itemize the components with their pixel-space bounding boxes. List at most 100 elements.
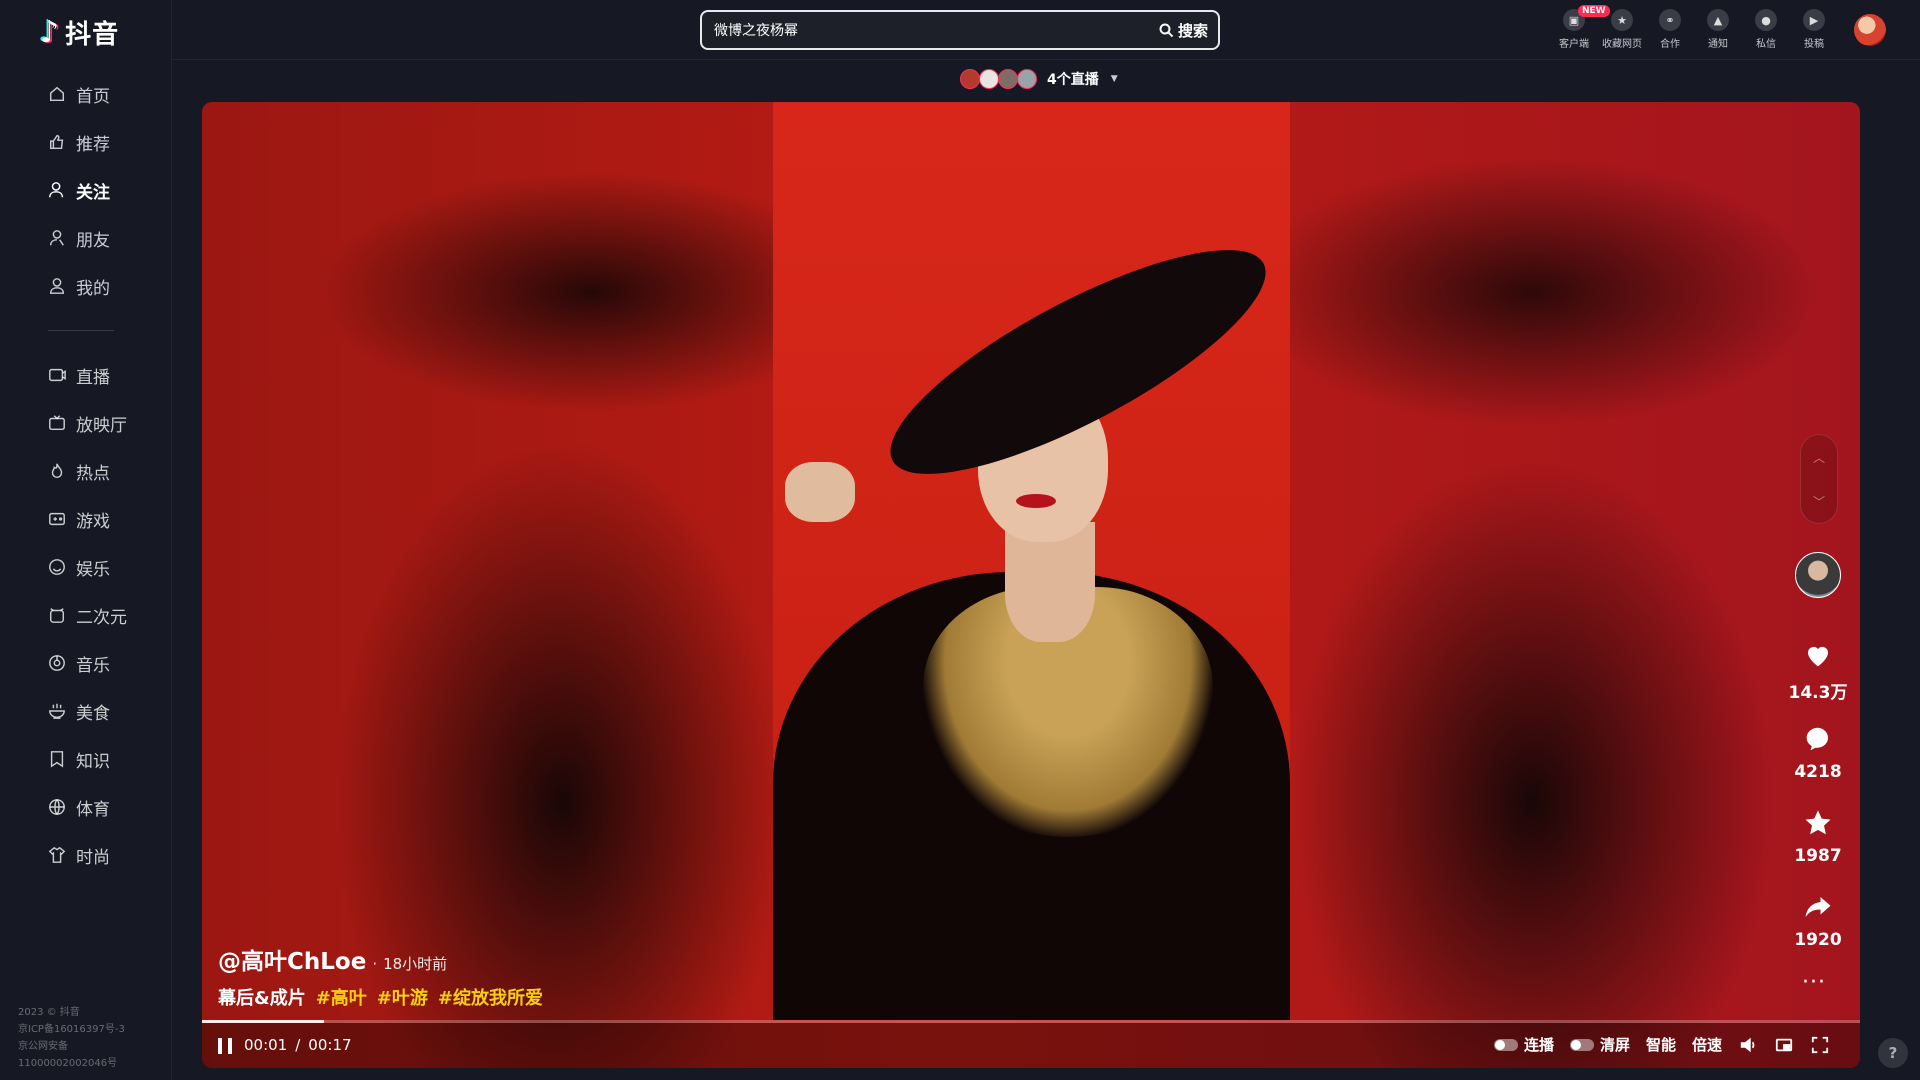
video-frame[interactable] (773, 102, 1290, 1020)
nav-label: 推荐 (76, 134, 110, 155)
favorite-button[interactable]: 1987 (1782, 806, 1854, 866)
tool-label: 客户端 (1559, 39, 1589, 50)
search-input[interactable] (702, 22, 1159, 38)
video-subject-lips (1016, 494, 1056, 508)
live-avatar (998, 69, 1018, 89)
fullscreen-icon[interactable] (1810, 1035, 1830, 1055)
author-name[interactable]: @高叶ChLoe (218, 942, 366, 976)
more-options-icon[interactable]: ··· (1802, 970, 1826, 995)
like-button[interactable]: 14.3万 (1782, 638, 1854, 703)
footer-police[interactable]: 京公网安备 (18, 1038, 125, 1055)
tool-client[interactable]: ▣ NEW 客户端 (1550, 5, 1610, 50)
duration: 00:17 (308, 1036, 352, 1054)
timecode: 00:01 / 00:17 (244, 1036, 352, 1054)
footer-icp[interactable]: 京ICP备16016397号-3 (18, 1021, 125, 1038)
nav-item-knowledge[interactable]: 知识 (0, 735, 172, 783)
nav-label: 朋友 (76, 230, 110, 251)
picture-in-picture-icon[interactable] (1774, 1035, 1794, 1055)
nav-item-food[interactable]: 美食 (0, 687, 172, 735)
nav-item-mine[interactable]: 我的 (0, 262, 172, 310)
share-count: 1920 (1794, 930, 1842, 950)
tool-notify[interactable]: ▲ 通知 (1694, 6, 1742, 50)
nav-item-fashion[interactable]: 时尚 (0, 831, 172, 879)
nav-label: 二次元 (76, 607, 127, 628)
tool-label: 私信 (1756, 39, 1776, 50)
user-icon (48, 277, 66, 295)
autoplay-label: 连播 (1523, 1036, 1554, 1054)
footer-police-no: 11000002002046号 (18, 1058, 118, 1069)
tool-message[interactable]: ● 私信 (1742, 6, 1790, 50)
tool-label: 合作 (1660, 39, 1680, 50)
alarm-icon (48, 606, 66, 624)
app: ♪ 抖音 首页 推荐 关注 朋友 我的 直播 放映厅 热点 游戏 娱乐 二次元 … (0, 0, 1920, 1080)
author-avatar[interactable] (1795, 552, 1841, 598)
autoplay-toggle[interactable]: 连播 (1493, 1034, 1554, 1055)
top-bar: 搜索 ▣ NEW 客户端 ★ 收藏网页 ⚭ 合作 ▲ 通知 ● (172, 0, 1920, 60)
chevron-down-icon[interactable]: ﹀ (1813, 493, 1825, 510)
author-line: @高叶ChLoe · 18小时前 (218, 942, 543, 976)
video-subject-hand (785, 462, 855, 522)
nav-item-friends[interactable]: 朋友 (0, 214, 172, 262)
tool-label: 投稿 (1804, 39, 1824, 50)
music-icon (48, 654, 66, 672)
nav-item-recommend[interactable]: 推荐 (0, 118, 172, 166)
current-time: 00:01 (244, 1036, 288, 1054)
speed-button[interactable]: 倍速 (1692, 1034, 1722, 1055)
douyin-logo[interactable]: ♪ 抖音 (40, 14, 119, 51)
video-description: 幕后&成片 #高叶 #叶游 #绽放我所爱 (218, 984, 543, 1010)
nav-item-music[interactable]: 音乐 (0, 639, 172, 687)
nav-item-following[interactable]: 关注 (0, 166, 172, 214)
nav-label: 热点 (76, 463, 110, 484)
tool-cooperate[interactable]: ⚭ 合作 (1646, 6, 1694, 50)
nav-item-anime[interactable]: 二次元 (0, 591, 172, 639)
live-avatar (1017, 69, 1037, 89)
nav-item-live[interactable]: 直播 (0, 351, 172, 399)
live-count: 4个直播 (1047, 72, 1099, 88)
tool-bookmark[interactable]: ★ 收藏网页 (1598, 6, 1646, 50)
nav-item-entertainment[interactable]: 娱乐 (0, 543, 172, 591)
nav-item-home[interactable]: 首页 (0, 70, 172, 118)
nav-item-hot[interactable]: 热点 (0, 447, 172, 495)
help-icon[interactable]: ? (1878, 1038, 1908, 1068)
quality-button[interactable]: 智能 (1646, 1034, 1676, 1055)
star-icon: ★ (1611, 9, 1633, 31)
tv-icon (48, 414, 66, 432)
hashtag[interactable]: #高叶 (316, 984, 367, 1010)
logo-name: 抖音 (65, 20, 120, 50)
comment-icon (1801, 722, 1835, 756)
tool-upload[interactable]: ▶ 投稿 (1790, 6, 1838, 50)
user-avatar[interactable] (1854, 14, 1886, 46)
hashtag[interactable]: #叶游 (377, 984, 428, 1010)
comment-count: 4218 (1794, 762, 1842, 782)
footer-copyright: 2023 © 抖音 (18, 1007, 80, 1018)
live-avatar (979, 69, 999, 89)
handshake-icon: ⚭ (1659, 9, 1681, 31)
search-button[interactable]: 搜索 (1159, 20, 1218, 41)
nav-item-cinema[interactable]: 放映厅 (0, 399, 172, 447)
hashtag[interactable]: #绽放我所爱 (438, 984, 543, 1010)
message-icon: ● (1755, 9, 1777, 31)
pause-button[interactable] (218, 1038, 232, 1054)
comment-button[interactable]: 4218 (1782, 722, 1854, 782)
sidebar: ♪ 抖音 首页 推荐 关注 朋友 我的 直播 放映厅 热点 游戏 娱乐 二次元 … (0, 0, 172, 1080)
volume-icon[interactable] (1738, 1035, 1758, 1055)
search-button-label: 搜索 (1177, 21, 1208, 40)
bell-icon: ▲ (1707, 9, 1729, 31)
nav-label: 关注 (76, 182, 110, 203)
upload-icon: ▶ (1803, 9, 1825, 31)
favorite-count: 1987 (1794, 846, 1842, 866)
share-button[interactable]: 1920 (1782, 890, 1854, 950)
chevron-up-icon[interactable]: ︿ (1813, 449, 1825, 466)
bookmark-icon (48, 750, 66, 768)
clear-screen-toggle[interactable]: 清屏 (1569, 1034, 1630, 1055)
shirt-icon (48, 846, 66, 864)
live-avatar (960, 69, 980, 89)
video-player[interactable]: @高叶ChLoe · 18小时前 幕后&成片 #高叶 #叶游 #绽放我所爱 ︿ … (202, 102, 1860, 1068)
like-count: 14.3万 (1788, 683, 1848, 703)
heart-icon (1801, 638, 1835, 672)
nav-item-game[interactable]: 游戏 (0, 495, 172, 543)
live-entry[interactable]: 4个直播 ▼ (960, 69, 1118, 89)
toggle-switch-icon (1493, 1038, 1518, 1051)
nav-item-sports[interactable]: 体育 (0, 783, 172, 831)
main-nav: 首页 推荐 关注 朋友 我的 直播 放映厅 热点 游戏 娱乐 二次元 音乐 美食… (0, 70, 172, 879)
